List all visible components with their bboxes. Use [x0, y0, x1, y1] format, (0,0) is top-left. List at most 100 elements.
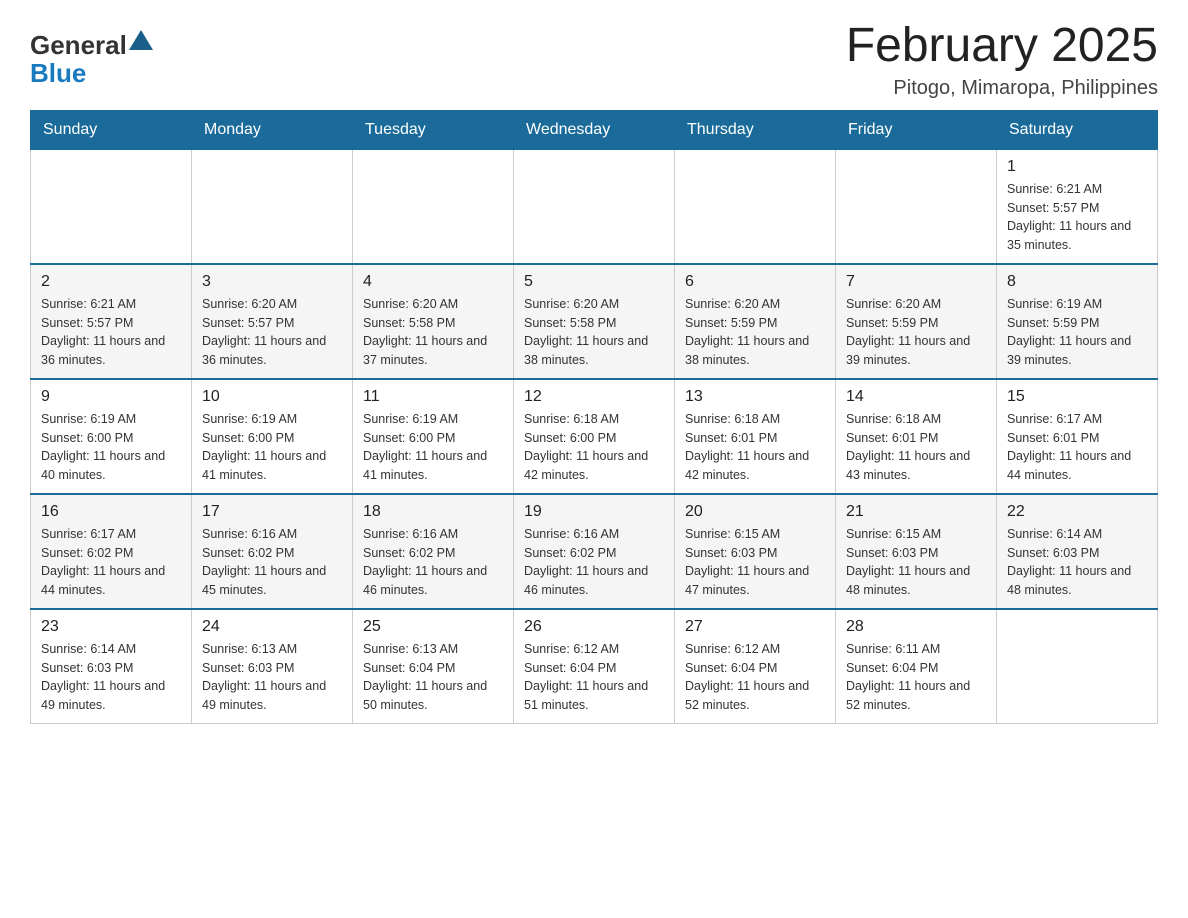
logo-triangle-icon — [129, 30, 153, 50]
calendar-day-cell: 10 Sunrise: 6:19 AM Sunset: 6:00 PM Dayli… — [192, 379, 353, 494]
day-info: Sunrise: 6:21 AM Sunset: 5:57 PM Dayligh… — [1007, 180, 1147, 255]
calendar-week-row: 9 Sunrise: 6:19 AM Sunset: 6:00 PM Daylig… — [31, 379, 1158, 494]
day-number: 14 — [846, 388, 986, 406]
calendar-day-cell: 20 Sunrise: 6:15 AM Sunset: 6:03 PM Dayli… — [675, 494, 836, 609]
col-header-sunday: Sunday — [31, 110, 192, 149]
day-number: 8 — [1007, 273, 1147, 291]
day-info: Sunrise: 6:16 AM Sunset: 6:02 PM Dayligh… — [202, 525, 342, 600]
calendar-day-cell: 11 Sunrise: 6:19 AM Sunset: 6:00 PM Dayli… — [353, 379, 514, 494]
day-info: Sunrise: 6:18 AM Sunset: 6:01 PM Dayligh… — [685, 410, 825, 485]
day-info: Sunrise: 6:19 AM Sunset: 5:59 PM Dayligh… — [1007, 295, 1147, 370]
day-number: 23 — [41, 618, 181, 636]
day-number: 7 — [846, 273, 986, 291]
title-section: February 2025 Pitogo, Mimaropa, Philippi… — [846, 20, 1158, 100]
day-info: Sunrise: 6:20 AM Sunset: 5:59 PM Dayligh… — [685, 295, 825, 370]
calendar-day-cell: 8 Sunrise: 6:19 AM Sunset: 5:59 PM Daylig… — [997, 264, 1158, 379]
day-info: Sunrise: 6:13 AM Sunset: 6:04 PM Dayligh… — [363, 640, 503, 715]
calendar-day-cell: 3 Sunrise: 6:20 AM Sunset: 5:57 PM Daylig… — [192, 264, 353, 379]
day-info: Sunrise: 6:21 AM Sunset: 5:57 PM Dayligh… — [41, 295, 181, 370]
logo: General Blue — [30, 30, 153, 86]
col-header-wednesday: Wednesday — [514, 110, 675, 149]
day-number: 26 — [524, 618, 664, 636]
day-info: Sunrise: 6:17 AM Sunset: 6:02 PM Dayligh… — [41, 525, 181, 600]
calendar-day-cell: 15 Sunrise: 6:17 AM Sunset: 6:01 PM Dayli… — [997, 379, 1158, 494]
calendar-day-cell: 21 Sunrise: 6:15 AM Sunset: 6:03 PM Dayli… — [836, 494, 997, 609]
day-number: 3 — [202, 273, 342, 291]
calendar-day-cell: 19 Sunrise: 6:16 AM Sunset: 6:02 PM Dayli… — [514, 494, 675, 609]
calendar-day-cell: 6Sunrise: 6:20 AM Sunset: 5:59 PM Daylig… — [675, 264, 836, 379]
calendar-day-cell — [192, 149, 353, 264]
day-number: 19 — [524, 503, 664, 521]
col-header-tuesday: Tuesday — [353, 110, 514, 149]
day-number: 1 — [1007, 158, 1147, 176]
day-info: Sunrise: 6:17 AM Sunset: 6:01 PM Dayligh… — [1007, 410, 1147, 485]
day-number: 16 — [41, 503, 181, 521]
location-subtitle: Pitogo, Mimaropa, Philippines — [846, 77, 1158, 100]
day-number: 11 — [363, 388, 503, 406]
calendar-day-cell: 1 Sunrise: 6:21 AM Sunset: 5:57 PM Daylig… — [997, 149, 1158, 264]
day-info: Sunrise: 6:18 AM Sunset: 6:00 PM Dayligh… — [524, 410, 664, 485]
calendar-day-cell: 9 Sunrise: 6:19 AM Sunset: 6:00 PM Daylig… — [31, 379, 192, 494]
col-header-thursday: Thursday — [675, 110, 836, 149]
day-number: 22 — [1007, 503, 1147, 521]
col-header-monday: Monday — [192, 110, 353, 149]
day-info: Sunrise: 6:19 AM Sunset: 6:00 PM Dayligh… — [202, 410, 342, 485]
col-header-saturday: Saturday — [997, 110, 1158, 149]
day-number: 5 — [524, 273, 664, 291]
day-number: 13 — [685, 388, 825, 406]
day-number: 25 — [363, 618, 503, 636]
day-info: Sunrise: 6:16 AM Sunset: 6:02 PM Dayligh… — [524, 525, 664, 600]
day-info: Sunrise: 6:13 AM Sunset: 6:03 PM Dayligh… — [202, 640, 342, 715]
calendar-day-cell: 7Sunrise: 6:20 AM Sunset: 5:59 PM Daylig… — [836, 264, 997, 379]
day-info: Sunrise: 6:12 AM Sunset: 6:04 PM Dayligh… — [524, 640, 664, 715]
calendar-day-cell: 23Sunrise: 6:14 AM Sunset: 6:03 PM Dayli… — [31, 609, 192, 724]
calendar-day-cell — [353, 149, 514, 264]
col-header-friday: Friday — [836, 110, 997, 149]
day-number: 17 — [202, 503, 342, 521]
day-info: Sunrise: 6:15 AM Sunset: 6:03 PM Dayligh… — [685, 525, 825, 600]
day-info: Sunrise: 6:19 AM Sunset: 6:00 PM Dayligh… — [41, 410, 181, 485]
page-header: General Blue February 2025 Pitogo, Mimar… — [30, 20, 1158, 100]
day-info: Sunrise: 6:15 AM Sunset: 6:03 PM Dayligh… — [846, 525, 986, 600]
calendar-day-cell: 22Sunrise: 6:14 AM Sunset: 6:03 PM Dayli… — [997, 494, 1158, 609]
day-info: Sunrise: 6:12 AM Sunset: 6:04 PM Dayligh… — [685, 640, 825, 715]
calendar-day-cell: 13 Sunrise: 6:18 AM Sunset: 6:01 PM Dayli… — [675, 379, 836, 494]
day-info: Sunrise: 6:11 AM Sunset: 6:04 PM Dayligh… — [846, 640, 986, 715]
day-number: 9 — [41, 388, 181, 406]
calendar-day-cell: 24 Sunrise: 6:13 AM Sunset: 6:03 PM Dayli… — [192, 609, 353, 724]
calendar-day-cell — [997, 609, 1158, 724]
day-info: Sunrise: 6:20 AM Sunset: 5:58 PM Dayligh… — [524, 295, 664, 370]
calendar-day-cell: 28 Sunrise: 6:11 AM Sunset: 6:04 PM Dayli… — [836, 609, 997, 724]
calendar-header-row: SundayMondayTuesdayWednesdayThursdayFrid… — [31, 110, 1158, 149]
day-info: Sunrise: 6:20 AM Sunset: 5:58 PM Dayligh… — [363, 295, 503, 370]
calendar-day-cell: 18Sunrise: 6:16 AM Sunset: 6:02 PM Dayli… — [353, 494, 514, 609]
day-info: Sunrise: 6:20 AM Sunset: 5:57 PM Dayligh… — [202, 295, 342, 370]
logo-blue: Blue — [30, 60, 86, 86]
calendar-day-cell: 26 Sunrise: 6:12 AM Sunset: 6:04 PM Dayli… — [514, 609, 675, 724]
day-info: Sunrise: 6:16 AM Sunset: 6:02 PM Dayligh… — [363, 525, 503, 600]
day-number: 28 — [846, 618, 986, 636]
day-number: 12 — [524, 388, 664, 406]
calendar-title: February 2025 — [846, 20, 1158, 73]
calendar-week-row: 2 Sunrise: 6:21 AM Sunset: 5:57 PM Daylig… — [31, 264, 1158, 379]
day-number: 21 — [846, 503, 986, 521]
calendar-day-cell: 12 Sunrise: 6:18 AM Sunset: 6:00 PM Dayli… — [514, 379, 675, 494]
calendar-day-cell — [514, 149, 675, 264]
day-number: 2 — [41, 273, 181, 291]
calendar-day-cell — [836, 149, 997, 264]
day-number: 4 — [363, 273, 503, 291]
calendar-day-cell: 4 Sunrise: 6:20 AM Sunset: 5:58 PM Daylig… — [353, 264, 514, 379]
day-number: 10 — [202, 388, 342, 406]
calendar-day-cell: 17 Sunrise: 6:16 AM Sunset: 6:02 PM Dayli… — [192, 494, 353, 609]
day-info: Sunrise: 6:19 AM Sunset: 6:00 PM Dayligh… — [363, 410, 503, 485]
calendar-day-cell — [675, 149, 836, 264]
calendar-day-cell: 25 Sunrise: 6:13 AM Sunset: 6:04 PM Dayli… — [353, 609, 514, 724]
calendar-day-cell: 16 Sunrise: 6:17 AM Sunset: 6:02 PM Dayli… — [31, 494, 192, 609]
calendar-day-cell: 14Sunrise: 6:18 AM Sunset: 6:01 PM Dayli… — [836, 379, 997, 494]
day-number: 20 — [685, 503, 825, 521]
day-number: 24 — [202, 618, 342, 636]
calendar-week-row: 16 Sunrise: 6:17 AM Sunset: 6:02 PM Dayli… — [31, 494, 1158, 609]
logo-general: General — [30, 32, 127, 58]
calendar-day-cell — [31, 149, 192, 264]
day-number: 15 — [1007, 388, 1147, 406]
